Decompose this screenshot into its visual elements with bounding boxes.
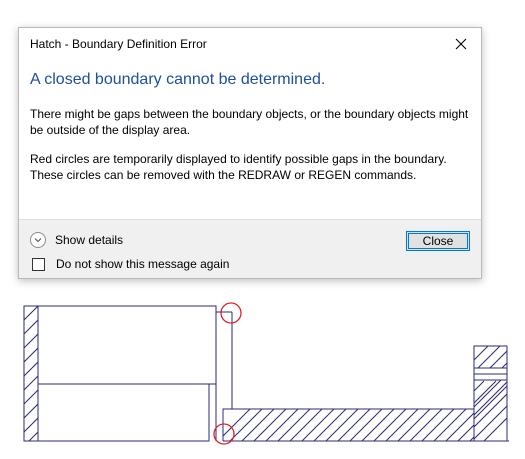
close-icon: [455, 38, 467, 49]
close-button[interactable]: Close: [406, 231, 470, 251]
part-outline: [23, 305, 509, 442]
do-not-show-checkbox[interactable]: [32, 257, 45, 271]
dialog-footer: Show details Close Do not show this mess…: [19, 219, 481, 278]
show-details-label: Show details: [55, 233, 124, 247]
error-explanation: There might be gaps between the boundary…: [30, 107, 469, 137]
close-window-button[interactable]: [441, 28, 481, 59]
gap-marker-top: [220, 302, 242, 324]
error-heading: A closed boundary cannot be determined.: [30, 71, 326, 88]
do-not-show-label: Do not show this message again: [56, 257, 230, 271]
hatch-pattern: [24, 306, 507, 441]
chevron-down-icon: [30, 232, 46, 248]
show-details-toggle[interactable]: Show details: [30, 231, 123, 249]
gap-circles-note: Red circles are temporarily displayed to…: [30, 152, 447, 182]
do-not-show-option[interactable]: Do not show this message again: [32, 256, 229, 272]
dialog-title: Hatch - Boundary Definition Error: [30, 37, 207, 51]
hatch-error-dialog: Hatch - Boundary Definition Error A clos…: [18, 27, 482, 279]
dialog-title-bar[interactable]: Hatch - Boundary Definition Error: [19, 28, 481, 59]
close-button-label: Close: [422, 234, 454, 248]
